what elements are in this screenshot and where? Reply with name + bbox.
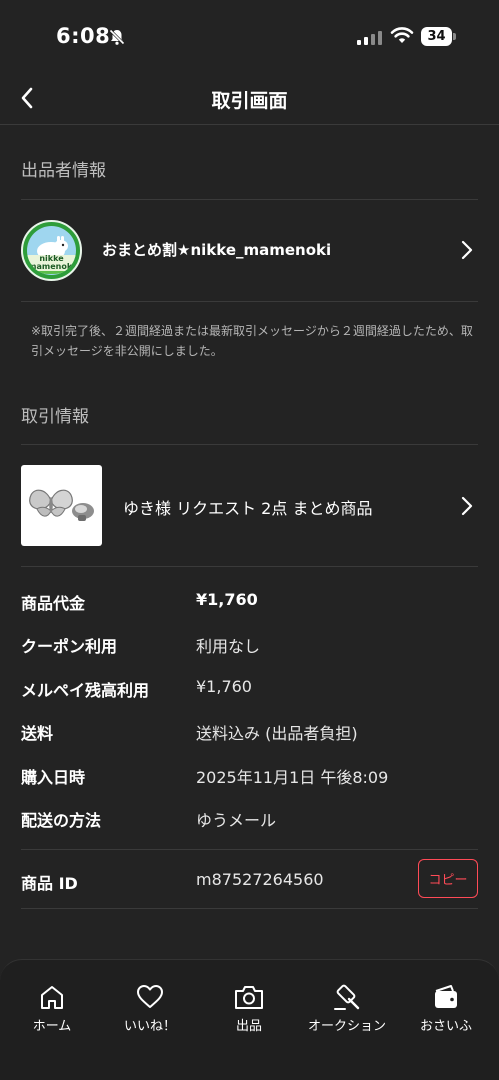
home-icon [41, 986, 63, 1009]
seller-name: おまとめ割★nikke_mamenoki [102, 241, 332, 259]
transaction-screen: 6:08 34 取引画面 出品者情報 nikke mamenoki おまとめ割★… [0, 0, 499, 1080]
avatar-text: nikke mamenoki [27, 254, 76, 271]
divider [21, 301, 478, 302]
coupon-value: 利用なし [196, 637, 261, 656]
status-time: 6:08 [56, 24, 111, 48]
notice-text: ※取引完了後、２週間経過または最新取引メッセージから２週間経過したため、取引メッ… [31, 324, 473, 358]
nav-likes-label: いいね！ [123, 1019, 176, 1034]
divider [21, 849, 478, 850]
wifi-icon [390, 27, 414, 49]
status-bar: 6:08 34 [0, 0, 499, 74]
wallet-icon [435, 985, 457, 1008]
chevron-right-icon [461, 240, 473, 260]
shipping-method-label: 配送の方法 [21, 811, 102, 830]
seller-section-title: 出品者情報 [21, 161, 106, 181]
nav-home-label: ホーム [32, 1019, 72, 1034]
nav-wallet-label: おさいふ [419, 1019, 472, 1034]
bell-off-icon [108, 28, 126, 50]
shipping-method-value: ゆうメール [196, 811, 277, 830]
nav-auction[interactable]: オークション [299, 980, 395, 1040]
price-value: ¥1,760 [196, 590, 258, 609]
shipping-fee-value: 送料込み (出品者負担) [196, 724, 358, 743]
seller-avatar: nikke mamenoki [21, 220, 82, 281]
divider [21, 566, 478, 567]
price-label: 商品代金 [21, 594, 86, 613]
shipping-fee-label: 送料 [21, 724, 54, 743]
product-id-value: m87527264560 [196, 870, 324, 889]
battery-icon: 34 [421, 27, 456, 46]
copy-button[interactable]: コピー [418, 859, 478, 898]
signal-icon [357, 29, 382, 45]
divider [21, 908, 478, 909]
nav-sell[interactable]: 出品 [201, 980, 297, 1040]
coupon-label: クーポン利用 [21, 637, 118, 656]
nav-likes[interactable]: いいね！ [102, 980, 198, 1040]
bottom-nav: ホーム いいね！ 出品 オークション おさいふ [0, 959, 499, 1080]
battery-level: 34 [421, 27, 452, 46]
transaction-section-title: 取引情報 [21, 407, 89, 427]
product-title: ゆき様 リクエスト 2点 まとめ商品 [123, 499, 373, 518]
camera-icon [235, 986, 263, 1009]
merpay-balance-value: ¥1,760 [196, 677, 252, 696]
chevron-right-icon [461, 496, 473, 516]
header: 取引画面 [0, 74, 499, 125]
seller-row[interactable]: nikke mamenoki おまとめ割★nikke_mamenoki [0, 200, 499, 301]
heart-icon [137, 985, 163, 1008]
nav-auction-label: オークション [307, 1019, 386, 1034]
merpay-balance-label: メルペイ残高利用 [21, 681, 150, 700]
nav-wallet[interactable]: おさいふ [398, 980, 494, 1040]
nav-home[interactable]: ホーム [4, 980, 100, 1040]
product-id-label: 商品 ID [21, 874, 78, 893]
product-thumbnail [21, 465, 102, 546]
purchase-date-label: 購入日時 [21, 768, 86, 787]
nav-sell-label: 出品 [235, 1019, 262, 1034]
page-title: 取引画面 [211, 90, 288, 112]
product-row[interactable]: ゆき様 リクエスト 2点 まとめ商品 [0, 445, 499, 566]
gavel-icon [334, 984, 360, 1010]
purchase-date-value: 2025年11月1日 午後8:09 [196, 768, 389, 787]
